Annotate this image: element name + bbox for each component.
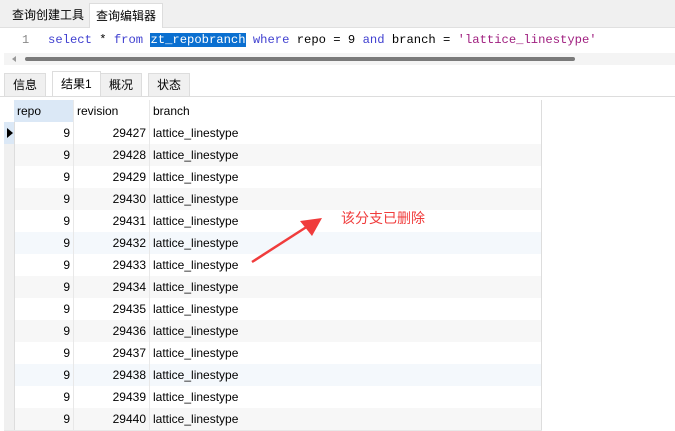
arrow-annotation-icon xyxy=(251,218,322,264)
annotation-text: 该分支已删除 xyxy=(341,210,425,226)
